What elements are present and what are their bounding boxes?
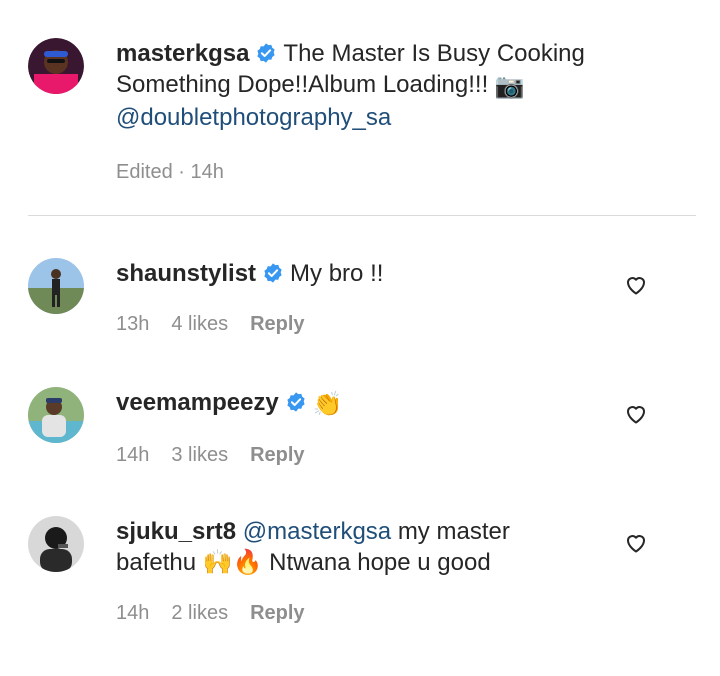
comment-body-line2: bafethu 🙌🔥 Ntwana hope u good <box>116 549 491 576</box>
comment-likes[interactable]: 4 likes <box>171 313 228 336</box>
comment-likes[interactable]: 2 likes <box>171 602 228 625</box>
camera-icon: 📷 <box>494 73 525 100</box>
heart-icon[interactable] <box>624 402 648 426</box>
avatar[interactable] <box>28 516 84 572</box>
comment-username[interactable]: sjuku_srt8 <box>116 518 236 545</box>
comment-likes[interactable]: 3 likes <box>171 444 228 467</box>
reply-button[interactable]: Reply <box>250 313 304 336</box>
heart-icon[interactable] <box>624 531 648 555</box>
caption-mention-link[interactable]: @doubletphotography_sa <box>116 104 391 131</box>
reply-button[interactable]: Reply <box>250 602 304 625</box>
comments-sheet: masterkgsa The Master Is Busy Cooking Som… <box>0 0 720 676</box>
caption-text: masterkgsa The Master Is Busy Cooking Som… <box>116 38 676 133</box>
comment-text: shaunstylist My bro !! <box>116 258 676 289</box>
caption-line1: The Master Is Busy Cooking <box>283 40 585 67</box>
caption-line2: Something Dope!!Album Loading!!! <box>116 71 489 98</box>
heart-icon[interactable] <box>624 273 648 297</box>
avatar[interactable] <box>28 387 84 443</box>
comment-username[interactable]: veemampeezy <box>116 389 279 416</box>
edited-timestamp: Edited · 14h <box>116 161 224 183</box>
comment-time: 14h <box>116 602 150 624</box>
comment-time: 13h <box>116 313 150 335</box>
verified-icon <box>264 263 282 283</box>
comment-meta: 14h 2 likes Reply <box>116 602 676 625</box>
comment-body: my master <box>397 518 510 545</box>
comment-username[interactable]: shaunstylist <box>116 260 256 287</box>
reply-button[interactable]: Reply <box>250 444 304 467</box>
clapping-hands-icon: 👏 <box>312 391 343 418</box>
comment-meta: 14h 3 likes Reply <box>116 444 676 467</box>
caption-meta: Edited · 14h <box>116 161 676 184</box>
avatar[interactable] <box>28 258 84 314</box>
comment-body: My bro !! <box>290 260 384 287</box>
comment-time: 14h <box>116 444 150 466</box>
comment-text: veemampeezy 👏 <box>116 387 676 420</box>
caption-username[interactable]: masterkgsa <box>116 40 249 67</box>
comment-mention-link[interactable]: @masterkgsa <box>243 518 391 545</box>
verified-icon <box>287 392 305 412</box>
avatar[interactable] <box>28 38 84 94</box>
divider <box>28 215 696 216</box>
comment-text: sjuku_srt8 @masterkgsa my master bafethu… <box>116 516 676 578</box>
comment-meta: 13h 4 likes Reply <box>116 313 676 336</box>
verified-icon <box>257 43 276 63</box>
